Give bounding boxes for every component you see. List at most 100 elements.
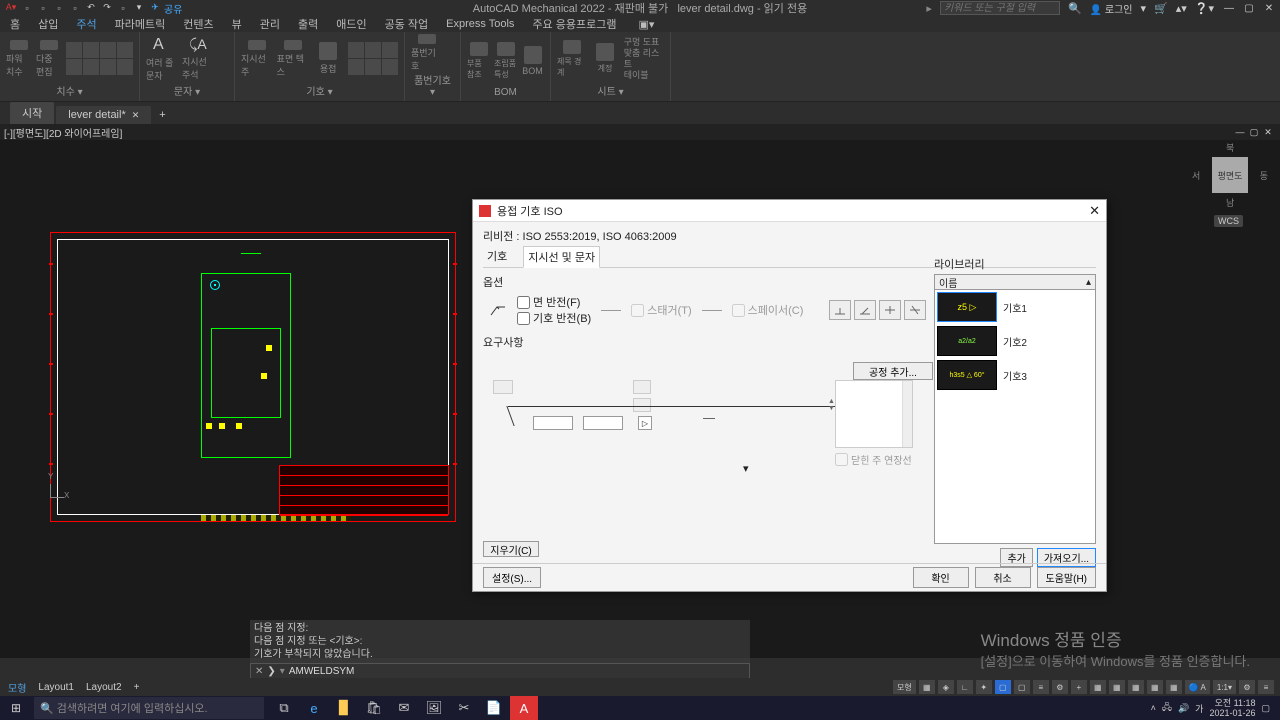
share-label[interactable]: 공유 [164,1,182,16]
layouttab-model[interactable]: 모형 [8,680,26,695]
symbol-tools-grid[interactable] [348,42,398,75]
library-item-2[interactable]: a2/a2 기호2 [935,324,1095,358]
wp-input-2[interactable] [583,416,623,430]
edge-icon[interactable]: e [300,696,328,720]
layouttab-layout1[interactable]: Layout1 [38,682,74,693]
marketplace-icon[interactable]: ▾ [1141,2,1147,15]
wcs-label[interactable]: WCS [1214,215,1243,227]
library-item-3[interactable]: h3s5 △ 60° 기호3 [935,358,1095,392]
dialog-tab-symbol[interactable]: 기호 [483,246,511,267]
open-icon[interactable]: ▫ [36,1,50,15]
tab-manage[interactable]: 관리 [258,16,282,32]
status-c-icon[interactable]: ▦ [1128,680,1144,694]
status-otrack-icon[interactable]: ▢ [1014,680,1030,694]
status-a-icon[interactable]: ▦ [1090,680,1106,694]
multi-edit-button[interactable]: 다중 편집 [36,40,62,78]
vp-close-icon[interactable]: ✕ [1262,127,1274,137]
wp-slot-top[interactable] [493,380,513,394]
status-e-icon[interactable]: ▦ [1166,680,1182,694]
side-btn-1[interactable] [829,300,851,320]
library-item-1[interactable]: z5 ▷ 기호1 [935,290,1095,324]
status-ortho-icon[interactable]: ∟ [957,680,973,694]
status-zoom-icon[interactable]: 🔵 A [1185,680,1210,694]
status-scale-icon[interactable]: 1:1▾ [1213,680,1236,694]
vp-maximize-icon[interactable]: ▢ [1248,127,1260,137]
tab-apps[interactable]: 주요 응용프로그램 [530,16,618,32]
doctab-add-button[interactable]: + [153,106,171,124]
dialog-titlebar[interactable]: 용접 기호 ISO ✕ [473,200,1106,222]
save-icon[interactable]: ▫ [52,1,66,15]
more-icon[interactable]: ▾ [132,1,146,15]
cancel-button[interactable]: 취소 [975,567,1031,588]
dim-tools-grid[interactable] [66,42,133,75]
status-grid-icon[interactable]: ▦ [919,680,935,694]
status-lweight-icon[interactable]: ≡ [1033,680,1049,694]
closed-tail-checkbox[interactable]: 닫힌 주 연장선 [835,452,912,467]
assembly-prop-button[interactable]: 조립품 특성 [494,42,517,80]
sheet-tools[interactable]: 구멍 도표 맞춤 리스트 테이블 [624,37,664,81]
panel-label-text[interactable]: 문자 ▾ [146,83,228,99]
help-button[interactable]: 도움말(H) [1037,567,1096,588]
tray-up-icon[interactable]: ˄ [1151,703,1156,713]
tab-express[interactable]: Express Tools [444,18,516,30]
doctab-start[interactable]: 시작 [10,102,54,124]
status-gear-icon[interactable]: ⚙ [1052,680,1068,694]
undo-icon[interactable]: ↶ [84,1,98,15]
tray-net-icon[interactable]: 🖧 [1162,700,1172,716]
help-icon[interactable]: ❔▾ [1195,2,1214,15]
library-column-header[interactable]: 이름▴ [934,274,1096,290]
print-icon[interactable]: ▫ [116,1,130,15]
wp-input-1[interactable] [533,416,573,430]
clear-button[interactable]: 지우기(C) [483,541,539,557]
minimize-icon[interactable]: — [1222,1,1236,15]
layouttab-add[interactable]: + [134,682,140,693]
cart-icon[interactable]: 🛒 [1154,2,1168,15]
status-osnap-icon[interactable]: ▢ [995,680,1011,694]
tray-clock[interactable]: 오전 11:18 2021-01-26 [1209,698,1255,718]
app-dropdown-icon[interactable]: ▴▾ [1176,2,1187,15]
dialog-tab-leader[interactable]: 지시선 및 문자 [523,246,600,268]
leader-note-button[interactable]: 지시선 주 [241,40,273,78]
maximize-icon[interactable]: ▢ [1242,1,1256,15]
start-button[interactable]: ⊞ [0,696,32,720]
view-cube[interactable]: 북 남 동 서 평면도 WCS [1200,145,1260,205]
status-snap-icon[interactable]: ◈ [938,680,954,694]
app-icon[interactable]: A▾ [4,1,18,15]
notes-icon[interactable]: 📄 [480,696,508,720]
tab-home[interactable]: 홈 [8,16,22,32]
status-polar-icon[interactable]: ✦ [976,680,992,694]
settings-button[interactable]: 설정(S)... [483,567,541,588]
panel-label-balloon[interactable]: 품번기호 ▾ [411,72,454,99]
cmd-close-icon[interactable]: ✕ [255,666,263,677]
saveas-icon[interactable]: ▫ [68,1,82,15]
side-btn-4[interactable] [904,300,926,320]
viewport-label[interactable]: [-][평면도][2D 와이어프레임] [4,125,122,140]
tab-insert[interactable]: 삽입 [36,16,60,32]
new-icon[interactable]: ▫ [20,1,34,15]
bom-button[interactable]: BOM [521,42,544,80]
photos-icon[interactable]: 🖼 [420,696,448,720]
doctab-close-icon[interactable]: ✕ [132,110,140,121]
tray-notif-icon[interactable]: ▢ [1261,703,1270,714]
leader-button[interactable]: ⤹A지시선 주석 [182,40,214,78]
layouttab-layout2[interactable]: Layout2 [86,682,122,693]
vp-minimize-icon[interactable]: — [1234,127,1246,137]
doctab-lever-detail[interactable]: lever detail* ✕ [56,106,151,124]
title-border-button[interactable]: 제목 경계 [557,40,586,78]
login-button[interactable]: 👤 로그인 [1090,1,1133,16]
tray-ime-icon[interactable]: 가 [1195,702,1203,715]
power-dimension-button[interactable]: 파워 치수 [6,40,32,78]
side-btn-2[interactable] [854,300,876,320]
tab-parametric[interactable]: 파라메트릭 [113,16,168,32]
command-line[interactable]: ✕ ❯ ▾ AMWELDSYM [250,663,750,679]
sort-icon[interactable]: ▴ [1086,277,1091,288]
tab-addin[interactable]: 애드인 [334,16,368,32]
process-add-button[interactable]: 공정 추가... [853,362,933,380]
viewcube-face[interactable]: 평면도 [1212,157,1248,193]
status-d-icon[interactable]: ▦ [1147,680,1163,694]
share-icon[interactable]: ✈ [148,1,162,15]
status-b-icon[interactable]: ▦ [1109,680,1125,694]
ok-button[interactable]: 확인 [913,567,969,588]
part-ref-button[interactable]: 부품 참조 [467,42,490,80]
mtext-button[interactable]: A여러 줄 문자 [146,40,178,78]
